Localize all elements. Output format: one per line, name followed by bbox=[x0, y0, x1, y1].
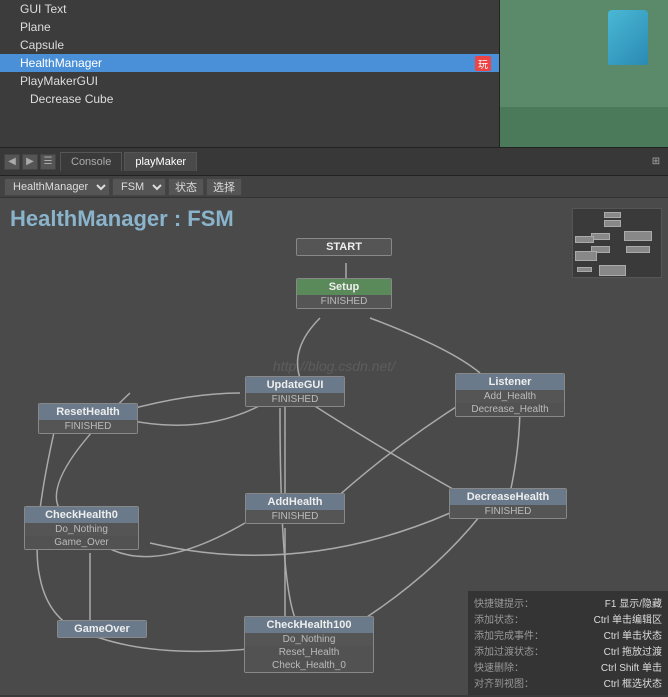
hierarchy-item-healthmanager[interactable]: HealthManager 玩 bbox=[0, 54, 499, 72]
hierarchy-item-capsule[interactable]: Capsule bbox=[0, 36, 499, 54]
add-transition-value: Ctrl 拖放过渡 bbox=[604, 643, 662, 658]
node-checkhealth0-event1: Do_Nothing bbox=[25, 523, 138, 536]
node-addhealth-event: FINISHED bbox=[246, 510, 344, 523]
shortcut-label: 快捷键提示： bbox=[474, 595, 534, 610]
node-decreasehealth[interactable]: DecreaseHealth FINISHED bbox=[449, 488, 567, 519]
tab-next-btn[interactable]: ▶ bbox=[22, 154, 38, 170]
watermark: http://blog.csdn.net/ bbox=[273, 358, 395, 374]
minimap-node-listener bbox=[624, 231, 652, 241]
hierarchy-item-guitext[interactable]: GUI Text bbox=[0, 0, 499, 18]
node-addhealth-title: AddHealth bbox=[246, 494, 344, 510]
playmaker-badge: 玩 bbox=[475, 56, 491, 71]
minimap-node-decreasehealth bbox=[626, 246, 651, 253]
node-resethealth-title: ResetHealth bbox=[39, 404, 137, 420]
control-view-value: Ctrl 框选状态 bbox=[604, 675, 662, 690]
add-event-label: 添加状态： bbox=[474, 611, 524, 626]
node-decreasehealth-event: FINISHED bbox=[450, 505, 566, 518]
node-resethealth-event: FINISHED bbox=[39, 420, 137, 433]
node-start[interactable]: START bbox=[296, 238, 392, 256]
minimap-node-checkhealth100 bbox=[599, 265, 625, 275]
minimap-node-setup bbox=[604, 220, 622, 227]
add-event-value: Ctrl 单击编辑区 bbox=[594, 611, 662, 626]
control-view-label: 对齐到视图： bbox=[474, 675, 534, 690]
shortcut-value: F1 显示/隐藏 bbox=[605, 595, 662, 610]
node-updategui-title: UpdateGUI bbox=[246, 377, 344, 393]
node-setup-event: FINISHED bbox=[297, 295, 391, 308]
tab-playmaker[interactable]: playMaker bbox=[124, 152, 197, 171]
fsm-title: HealthManager : FSM bbox=[10, 206, 234, 232]
preview-grid bbox=[500, 107, 668, 147]
node-setup[interactable]: Setup FINISHED bbox=[296, 278, 392, 309]
hierarchy-item-playmakergui[interactable]: PlayMakerGUI bbox=[0, 72, 499, 90]
node-updategui-event: FINISHED bbox=[246, 393, 344, 406]
add-complete-value: Ctrl 单击状态 bbox=[604, 627, 662, 642]
add-transition-label: 添加过渡状态： bbox=[474, 643, 544, 658]
quick-delete-value: Ctrl Shift 单击 bbox=[601, 659, 662, 674]
node-checkhealth0[interactable]: CheckHealth0 Do_Nothing Game_Over bbox=[24, 506, 139, 550]
node-decreasehealth-title: DecreaseHealth bbox=[450, 489, 566, 505]
node-checkhealth100-title: CheckHealth100 bbox=[245, 617, 373, 633]
toolbar-select-btn[interactable]: 选择 bbox=[206, 178, 242, 196]
node-listener-title: Listener bbox=[456, 374, 564, 390]
node-checkhealth0-title: CheckHealth0 bbox=[25, 507, 138, 523]
node-addhealth[interactable]: AddHealth FINISHED bbox=[245, 493, 345, 524]
preview-object bbox=[608, 10, 648, 65]
add-complete-label: 添加完成事件： bbox=[474, 627, 544, 642]
node-gameover[interactable]: GameOver bbox=[57, 620, 147, 638]
info-panel: 快捷键提示： F1 显示/隐藏 添加状态： Ctrl 单击编辑区 添加完成事件：… bbox=[468, 591, 668, 695]
minimap-node-start bbox=[604, 212, 622, 217]
fsm-object-select[interactable]: HealthManager bbox=[4, 178, 110, 196]
fsm-canvas[interactable]: HealthManager : FSM bbox=[0, 198, 668, 695]
tab-menu-btn[interactable]: ☰ bbox=[40, 154, 56, 170]
node-updategui[interactable]: UpdateGUI FINISHED bbox=[245, 376, 345, 407]
node-gameover-title: GameOver bbox=[58, 621, 146, 637]
minimap-node-checkhealth0 bbox=[575, 251, 597, 261]
node-checkhealth100-event1: Do_Nothing bbox=[245, 633, 373, 646]
tab-end-btn[interactable]: ⊞ bbox=[648, 154, 664, 170]
hierarchy-item-decreasecube[interactable]: Decrease Cube bbox=[0, 90, 499, 108]
node-checkhealth100[interactable]: CheckHealth100 Do_Nothing Reset_Health C… bbox=[244, 616, 374, 673]
preview-panel bbox=[500, 0, 668, 147]
fsm-state-select[interactable]: FSM bbox=[112, 178, 166, 196]
minimap-node-gameover bbox=[577, 267, 593, 272]
fsm-minimap[interactable] bbox=[572, 208, 662, 278]
node-checkhealth100-event3: Check_Health_0 bbox=[245, 659, 373, 672]
quick-delete-label: 快速删除： bbox=[474, 659, 524, 674]
node-listener[interactable]: Listener Add_Health Decrease_Health bbox=[455, 373, 565, 417]
node-start-title: START bbox=[297, 239, 391, 255]
node-checkhealth100-event2: Reset_Health bbox=[245, 646, 373, 659]
node-resethealth[interactable]: ResetHealth FINISHED bbox=[38, 403, 138, 434]
tab-prev-btn[interactable]: ◀ bbox=[4, 154, 20, 170]
fsm-toolbar: HealthManager FSM 状态 选择 bbox=[0, 176, 668, 198]
node-listener-event1: Add_Health bbox=[456, 390, 564, 403]
minimap-node-resethealth bbox=[575, 236, 594, 243]
hierarchy-panel: GUI Text Plane Capsule HealthManager 玩 P… bbox=[0, 0, 500, 147]
node-listener-event2: Decrease_Health bbox=[456, 403, 564, 416]
toolbar-state-btn[interactable]: 状态 bbox=[168, 178, 204, 196]
hierarchy-item-plane[interactable]: Plane bbox=[0, 18, 499, 36]
tab-bar: ◀ ▶ ☰ Console playMaker ⊞ bbox=[0, 148, 668, 176]
node-setup-title: Setup bbox=[297, 279, 391, 295]
node-checkhealth0-event2: Game_Over bbox=[25, 536, 138, 549]
tab-console[interactable]: Console bbox=[60, 152, 122, 171]
